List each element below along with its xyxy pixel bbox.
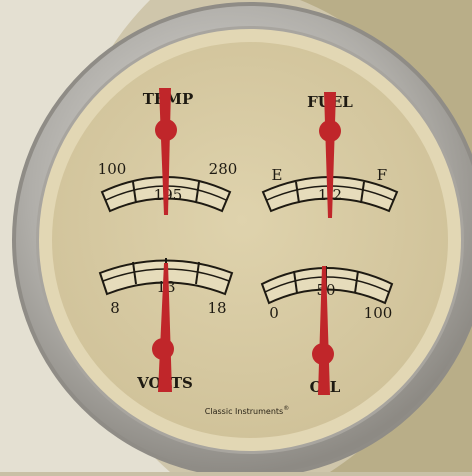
oil-max-label: 100 <box>364 304 393 322</box>
temp-needle-hub <box>155 119 177 141</box>
temp-min-label: 100 <box>98 160 127 178</box>
fuel-max-label: F <box>377 166 387 184</box>
brand-logo-text: Classic Instruments® <box>205 405 289 416</box>
fuel-min-label: E <box>272 166 283 184</box>
temp-max-label: 280 <box>209 160 238 178</box>
fuel-needle-hub <box>319 120 341 142</box>
volts-needle-hub <box>152 338 174 360</box>
volts-min-label: 8 <box>110 299 120 317</box>
oil-needle-hub <box>312 343 334 365</box>
instrument-panel: TEMP 100 195 280 FUEL E 1/2 F 8 13 18 VO… <box>0 0 472 476</box>
volts-max-label: 18 <box>207 299 226 317</box>
oil-min-label: 0 <box>269 304 279 322</box>
quad-gauge: TEMP 100 195 280 FUEL E 1/2 F 8 13 18 VO… <box>0 0 472 476</box>
dial-face <box>52 42 448 438</box>
